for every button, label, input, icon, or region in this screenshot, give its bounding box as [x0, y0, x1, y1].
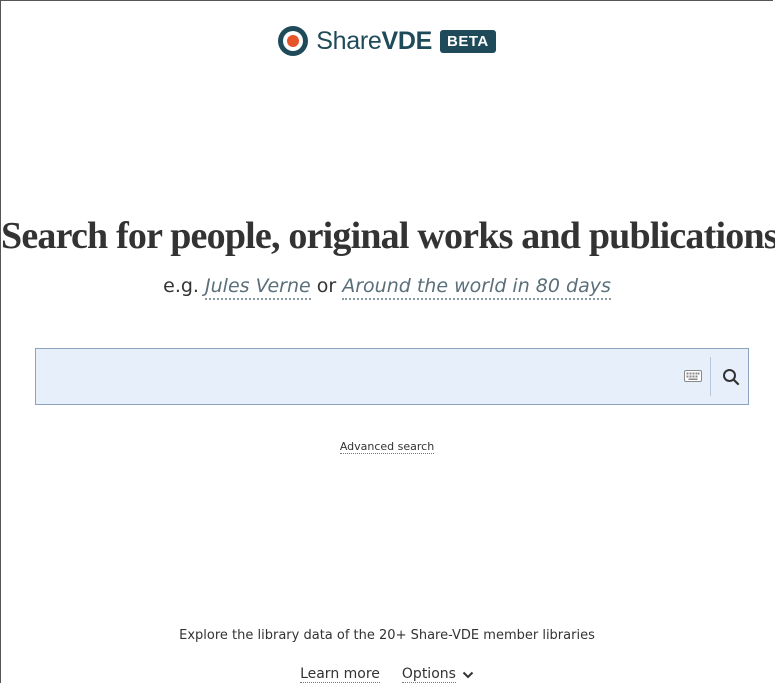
learn-more-link[interactable]: Learn more — [300, 666, 380, 683]
brand-header: ShareVDE BETA — [1, 26, 773, 56]
brand-name-light: Share — [316, 26, 382, 55]
example-link-around-the-world[interactable]: Around the world in 80 days — [342, 275, 611, 300]
brand-name[interactable]: ShareVDE — [316, 27, 432, 56]
search-divider — [710, 357, 711, 396]
page-title: Search for people, original works and pu… — [1, 215, 775, 257]
advanced-search-row: Advanced search — [1, 435, 773, 454]
search-button[interactable] — [712, 349, 749, 404]
example-link-jules-verne[interactable]: Jules Verne — [205, 275, 311, 300]
sharevde-logo-icon — [278, 26, 309, 56]
advanced-search-link[interactable]: Advanced search — [339, 440, 435, 454]
keyboard-icon[interactable] — [684, 370, 702, 382]
search-examples: e.g. Jules Verne or Around the world in … — [1, 275, 773, 300]
search-bar — [35, 348, 749, 405]
brand-name-bold: VDE — [381, 26, 432, 55]
beta-badge: BETA — [440, 29, 496, 53]
footer-links: Learn more Options — [1, 666, 773, 683]
search-icon — [722, 368, 739, 385]
search-input[interactable] — [36, 349, 676, 404]
page: ShareVDE BETA Search for people, origina… — [0, 0, 775, 683]
examples-prefix: e.g. — [163, 275, 199, 297]
explore-text: Explore the library data of the 20+ Shar… — [179, 628, 595, 643]
examples-joiner: or — [316, 275, 337, 297]
options-toggle[interactable]: Options — [401, 666, 474, 683]
options-link[interactable]: Options — [401, 666, 456, 683]
chevron-down-icon — [462, 671, 474, 678]
